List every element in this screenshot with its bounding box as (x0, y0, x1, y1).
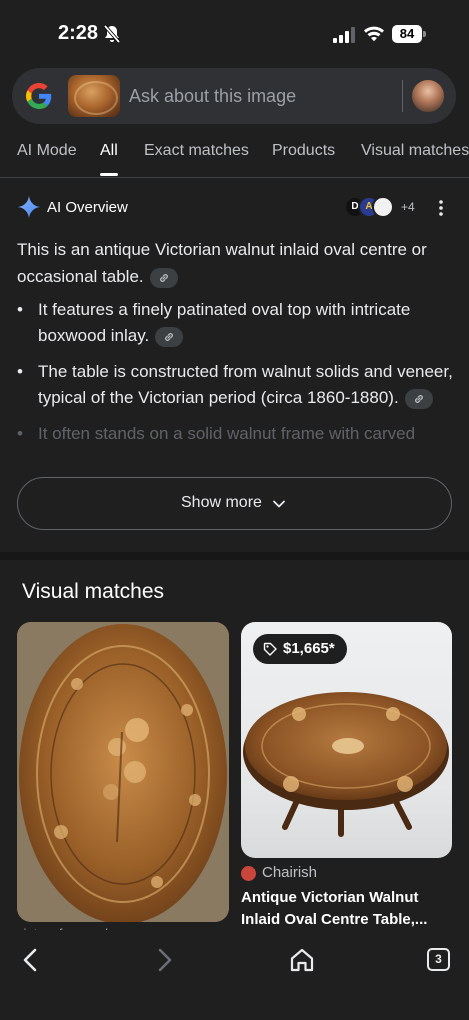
chairish-favicon-icon (241, 866, 256, 881)
citation-link-icon[interactable] (404, 388, 433, 409)
more-options-icon[interactable] (437, 199, 445, 217)
tab-products[interactable]: Products (272, 142, 335, 160)
source-favicon-3[interactable] (372, 196, 394, 218)
search-bar[interactable]: Ask about this image (12, 68, 456, 124)
visual-match-title-2[interactable]: Antique Victorian Walnut Inlaid Oval Cen… (241, 887, 451, 931)
search-input[interactable]: Ask about this image (129, 86, 296, 107)
tab-visual-matches[interactable]: Visual matches (361, 142, 469, 160)
query-image-thumbnail[interactable] (68, 75, 120, 117)
ai-sparkle-icon (18, 196, 40, 218)
signal-icon (333, 27, 355, 43)
tabs-icon[interactable]: 3 (427, 948, 450, 971)
battery-level: 84 (392, 25, 422, 43)
ai-overview: AI Overview D A +4 This is an antique Vi… (0, 179, 469, 552)
filter-tabs: AI Mode All Exact matches Products Visua… (0, 130, 469, 178)
tab-exact-matches[interactable]: Exact matches (144, 142, 249, 160)
wifi-icon (364, 26, 384, 42)
back-icon[interactable] (19, 947, 41, 973)
more-sources-count[interactable]: +4 (401, 200, 415, 214)
bell-off-icon (103, 24, 121, 44)
ai-overview-intro: This is an antique Victorian walnut inla… (17, 236, 453, 290)
bullet-item: It features a finely patinated oval top … (17, 297, 453, 349)
ai-overview-title: AI Overview (47, 199, 128, 216)
browser-bottom-nav: 3 (0, 930, 469, 1020)
price-tag-icon (263, 642, 277, 656)
source-name: Chairish (262, 864, 318, 881)
show-more-label: Show more (181, 494, 262, 511)
citation-link-icon[interactable] (149, 267, 178, 288)
visual-match-image-1[interactable] (17, 622, 229, 922)
price-value: $1,665* (283, 640, 335, 657)
chevron-down-icon (273, 500, 285, 508)
price-badge: $1,665* (253, 634, 347, 664)
visual-matches: Visual matches vin (0, 560, 469, 932)
status-bar: 2:28 84 (0, 0, 469, 66)
forward-icon[interactable] (154, 947, 176, 973)
ai-overview-bullets: It features a finely patinated oval top … (17, 297, 453, 453)
active-tab-indicator (100, 173, 118, 176)
google-logo-icon[interactable] (26, 83, 52, 109)
section-divider (0, 552, 469, 560)
tab-ai-mode[interactable]: AI Mode (17, 142, 77, 160)
bullet-item: The table is constructed from walnut sol… (17, 359, 453, 411)
show-more-button[interactable]: Show more (17, 477, 452, 530)
visual-matches-title: Visual matches (22, 580, 165, 603)
search-divider (402, 80, 403, 112)
visual-match-image-2[interactable]: $1,665* (241, 622, 452, 858)
ai-intro-text: This is an antique Victorian walnut inla… (17, 240, 427, 286)
tab-all[interactable]: All (100, 142, 118, 160)
source-favicons[interactable]: D A (344, 196, 400, 218)
status-time: 2:28 (58, 22, 99, 44)
citation-link-icon[interactable] (155, 326, 184, 347)
home-icon[interactable] (289, 947, 315, 973)
battery-icon: 84 (392, 25, 426, 43)
profile-avatar[interactable] (410, 78, 446, 114)
bullet-item-faded: It often stands on a solid walnut frame … (17, 421, 453, 443)
